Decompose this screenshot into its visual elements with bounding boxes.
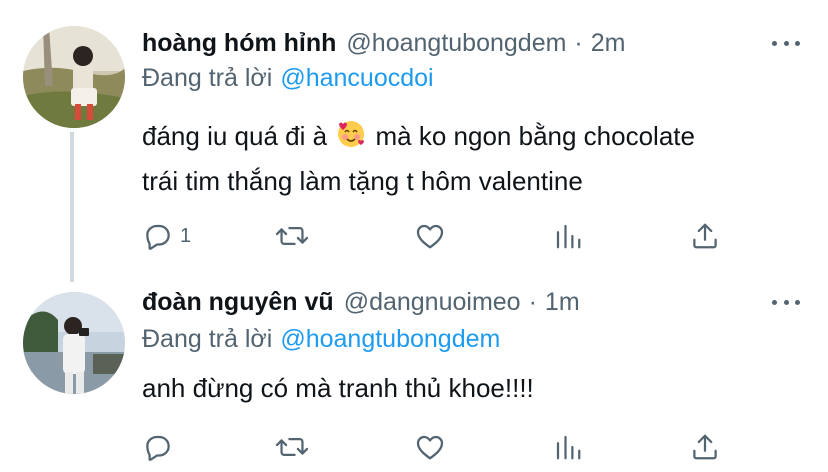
separator-dot: ·	[574, 28, 583, 57]
separator-dot: ·	[528, 287, 537, 316]
replying-to-label: Đang trả lời	[142, 64, 273, 92]
view-stats-button[interactable]	[553, 216, 583, 256]
display-name[interactable]: đoàn nguyên vũ	[142, 288, 334, 317]
reply-button[interactable]	[142, 427, 180, 467]
avatar[interactable]	[23, 292, 125, 394]
replying-to-mention[interactable]: @hancuocdoi	[280, 64, 433, 92]
share-button[interactable]	[690, 216, 720, 256]
speech-bubble-icon	[146, 435, 170, 461]
user-handle[interactable]: @hoangtubongdem	[346, 29, 566, 58]
replying-to-label: Đang trả lời	[142, 325, 273, 353]
bar-chart-icon	[556, 435, 581, 460]
tweet-text: anh đừng có mà tranh thủ khoe!!!!	[142, 368, 534, 409]
retweet-arrows-icon	[275, 227, 309, 245]
timestamp[interactable]: 2m	[591, 29, 626, 58]
tweet-text: đáng iu quá đi à mà ko ngon bằng chocola…	[142, 116, 812, 202]
share-upload-icon	[693, 223, 717, 249]
reply-tweet[interactable]: đoàn nguyên vũ @dangnuoimeo · 1m Đang tr…	[0, 280, 828, 472]
tweet-text-line: trái tim thắng làm tặng t hôm valentine	[142, 166, 583, 196]
reply-button[interactable]: 1	[142, 216, 191, 256]
view-stats-button[interactable]	[553, 427, 583, 467]
more-options-button[interactable]	[772, 38, 800, 48]
replying-to-mention[interactable]: @hoangtubongdem	[280, 325, 500, 353]
more-dots-icon	[772, 40, 777, 46]
tweet-actions	[142, 427, 742, 467]
share-button[interactable]	[690, 427, 720, 467]
heart-outline-icon	[416, 435, 444, 460]
thread-connector-line	[70, 132, 74, 282]
timestamp[interactable]: 1m	[545, 288, 580, 317]
tweet-header: đoàn nguyên vũ @dangnuoimeo · 1m	[142, 285, 580, 319]
tweet-header: hoàng hóm hỉnh @hoangtubongdem · 2m	[142, 26, 625, 60]
user-handle[interactable]: @dangnuoimeo	[344, 288, 521, 317]
display-name[interactable]: hoàng hóm hỉnh	[142, 29, 336, 58]
tweet-actions: 1	[142, 216, 742, 256]
tweet-text-line: đáng iu quá đi à mà ko ngon bằng chocola…	[142, 116, 812, 161]
smiling-face-with-hearts-icon	[336, 119, 366, 161]
retweet-arrows-icon	[275, 438, 309, 456]
tweet-text-line: anh đừng có mà tranh thủ khoe!!!!	[142, 373, 534, 403]
like-button[interactable]	[414, 427, 446, 467]
replying-to: Đang trả lời @hancuocdoi	[142, 64, 434, 93]
speech-bubble-icon	[146, 224, 170, 250]
reply-count: 1	[180, 224, 192, 247]
reply-tweet[interactable]: hoàng hóm hỉnh @hoangtubongdem · 2m Đang…	[0, 0, 828, 282]
avatar[interactable]	[23, 26, 125, 128]
heart-outline-icon	[416, 224, 444, 249]
like-button[interactable]	[414, 216, 446, 256]
more-dots-icon	[772, 299, 777, 305]
replying-to: Đang trả lời @hoangtubongdem	[142, 325, 500, 354]
retweet-button[interactable]	[275, 216, 309, 256]
share-upload-icon	[693, 434, 717, 460]
retweet-button[interactable]	[275, 427, 309, 467]
bar-chart-icon	[556, 224, 581, 249]
more-options-button[interactable]	[772, 297, 800, 307]
